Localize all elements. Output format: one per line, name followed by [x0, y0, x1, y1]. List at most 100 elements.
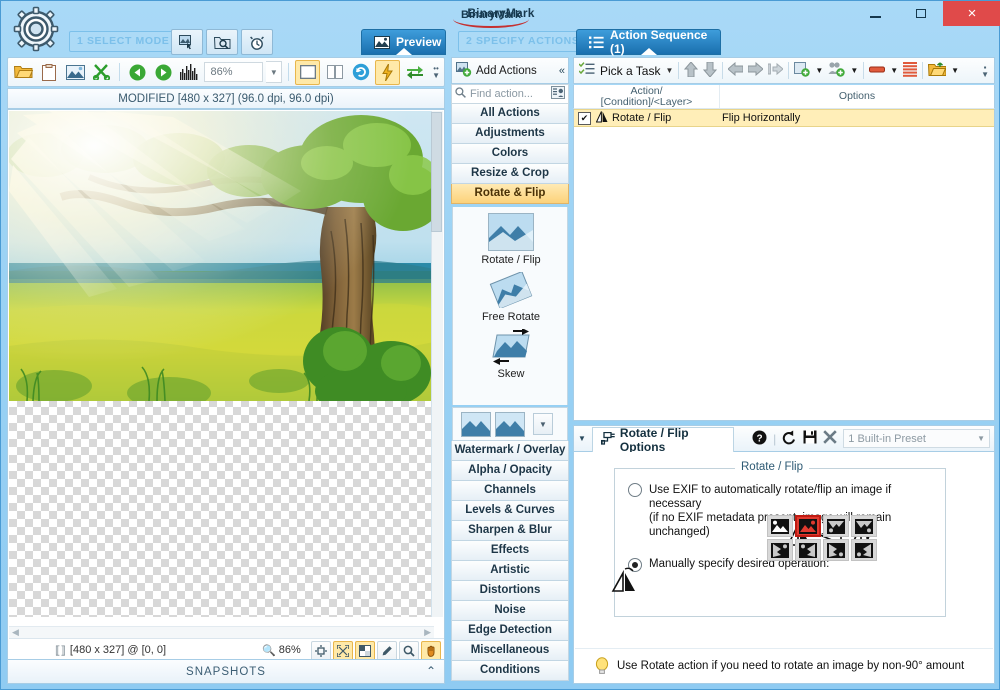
- category-resize-crop[interactable]: Resize & Crop: [451, 164, 569, 184]
- paste-clipboard-icon[interactable]: [38, 61, 61, 84]
- preview-canvas[interactable]: ◀ ▶ ⟦⟧ [480 x 327] @ [0, 0] 🔍 86%: [7, 109, 445, 663]
- maximize-button[interactable]: [898, 1, 943, 26]
- action-item-skew[interactable]: Skew: [453, 329, 569, 380]
- category-channels[interactable]: Channels: [451, 481, 569, 501]
- find-action-input[interactable]: Find action...: [451, 84, 569, 104]
- options-collapse-chevron-down-icon[interactable]: ▼: [578, 434, 586, 443]
- operation-rotate-90-ccw[interactable]: [795, 539, 821, 561]
- category-effects[interactable]: Effects: [451, 541, 569, 561]
- category-alpha-opacity[interactable]: Alpha / Opacity: [451, 461, 569, 481]
- load-sequence-folder-icon[interactable]: [928, 61, 947, 80]
- category-adjustments[interactable]: Adjustments: [451, 124, 569, 144]
- scissors-icon[interactable]: [90, 61, 113, 84]
- load-sequence-chevron-down-icon[interactable]: ▼: [951, 66, 959, 75]
- add-action-chevron-down-icon[interactable]: ▼: [815, 66, 823, 75]
- move-up-icon[interactable]: [684, 60, 699, 80]
- category-colors[interactable]: Colors: [451, 144, 569, 164]
- refresh-icon[interactable]: [349, 61, 372, 84]
- color-picker-icon[interactable]: [377, 641, 397, 661]
- minimize-button[interactable]: [853, 1, 898, 26]
- fit-selection-icon[interactable]: [311, 641, 331, 661]
- fit-to-window-icon[interactable]: [333, 641, 353, 661]
- overflow-thumbnail-1[interactable]: [461, 411, 491, 437]
- redo-icon[interactable]: [152, 61, 175, 84]
- add-actions-label[interactable]: Add Actions: [476, 65, 537, 77]
- category-levels-curves[interactable]: Levels & Curves: [451, 501, 569, 521]
- category-watermark-overlay[interactable]: Watermark / Overlay: [451, 441, 569, 461]
- split-view-button[interactable]: [323, 61, 346, 84]
- category-rotate-flip[interactable]: Rotate & Flip: [451, 184, 569, 204]
- zoom-dropdown-chevron-down-icon[interactable]: ▼: [266, 61, 283, 83]
- snapshots-bar[interactable]: SNAPSHOTS ⌃: [7, 659, 445, 684]
- options-tab[interactable]: Rotate / Flip Options: [591, 426, 735, 454]
- step-specify-actions-label[interactable]: 2 SPECIFY ACTIONS: [458, 31, 595, 52]
- scroll-left-icon[interactable]: ◀: [12, 627, 19, 638]
- overflow-thumbnail-2[interactable]: [495, 411, 525, 437]
- move-left-icon[interactable]: [727, 61, 744, 79]
- category-distortions[interactable]: Distortions: [451, 581, 569, 601]
- close-button[interactable]: ×: [943, 1, 1000, 26]
- category-conditions[interactable]: Conditions: [451, 661, 569, 681]
- category-edge-detection[interactable]: Edge Detection: [451, 621, 569, 641]
- move-down-icon[interactable]: [703, 61, 718, 80]
- pan-hand-icon[interactable]: [421, 641, 441, 661]
- category-miscellaneous[interactable]: Miscellaneous: [451, 641, 569, 661]
- mode-batch-button[interactable]: [171, 29, 203, 55]
- sequence-grid-body[interactable]: ✔ Rotate / Flip Flip Horizontally: [573, 108, 995, 421]
- histogram-icon[interactable]: [178, 61, 201, 84]
- operation-flip-horizontally[interactable]: [795, 515, 821, 537]
- scroll-right-icon[interactable]: ▶: [424, 627, 431, 638]
- image-thumbnail-icon[interactable]: [64, 61, 87, 84]
- zoom-level-input[interactable]: 86%: [203, 62, 264, 82]
- preview-vertical-scrollbar[interactable]: [431, 111, 443, 617]
- preview-vertical-scroll-thumb[interactable]: [431, 112, 442, 232]
- add-condition-icon[interactable]: [828, 61, 846, 80]
- mode-scheduler-clock-button[interactable]: [241, 29, 273, 55]
- action-items-more-chevron-down-icon[interactable]: ▼: [533, 413, 553, 435]
- table-row[interactable]: ✔ Rotate / Flip Flip Horizontally: [574, 109, 994, 127]
- operation-transpose[interactable]: [823, 539, 849, 561]
- zoom-tool-icon[interactable]: [399, 641, 419, 661]
- snapshots-expand-chevron-up-icon[interactable]: ⌃: [426, 664, 436, 678]
- collapse-panel-button[interactable]: «: [559, 65, 565, 77]
- auto-apply-lightning-icon[interactable]: [375, 59, 401, 85]
- category-sharpen-blur[interactable]: Sharpen & Blur: [451, 521, 569, 541]
- add-action-icon[interactable]: [794, 61, 811, 80]
- options-delete-icon[interactable]: [823, 430, 838, 447]
- toolbar-overflow-icon[interactable]: •• ▼: [432, 65, 440, 80]
- tab-action-sequence[interactable]: Action Sequence (1): [576, 28, 721, 56]
- operation-rotate-90-cw[interactable]: [767, 539, 793, 561]
- options-save-icon[interactable]: [803, 430, 817, 447]
- operation-none[interactable]: [767, 515, 793, 537]
- preset-select[interactable]: 1 Built-in Preset ▼: [843, 429, 990, 448]
- move-right-icon[interactable]: [747, 61, 765, 79]
- pick-task-chevron-down-icon[interactable]: ▼: [665, 66, 673, 75]
- skew-glyph-icon[interactable]: [609, 567, 637, 596]
- options-reset-icon[interactable]: [782, 430, 797, 448]
- category-artistic[interactable]: Artistic: [451, 561, 569, 581]
- swap-arrows-icon[interactable]: [403, 61, 426, 84]
- options-help-icon[interactable]: ?: [752, 430, 767, 448]
- row-enabled-checkbox[interactable]: ✔: [578, 111, 591, 125]
- single-view-button[interactable]: [295, 59, 321, 85]
- preset-chevron-down-icon[interactable]: ▼: [977, 434, 985, 443]
- action-list-view-icon[interactable]: [551, 86, 565, 102]
- mode-folder-search-button[interactable]: [206, 29, 238, 55]
- radio-use-exif[interactable]: [628, 483, 642, 497]
- category-all-actions[interactable]: All Actions: [451, 104, 569, 124]
- pick-a-task-button[interactable]: Pick a Task: [600, 64, 660, 78]
- undo-icon[interactable]: [126, 61, 149, 84]
- open-folder-icon[interactable]: [12, 61, 35, 84]
- indent-right-icon[interactable]: [767, 62, 785, 79]
- actual-size-icon[interactable]: [355, 641, 375, 661]
- step-select-mode-label[interactable]: 1 SELECT MODE: [69, 31, 185, 52]
- category-noise[interactable]: Noise: [451, 601, 569, 621]
- operation-flip-vertically[interactable]: [823, 515, 849, 537]
- remove-action-icon[interactable]: [869, 63, 886, 79]
- operation-transverse[interactable]: [851, 539, 877, 561]
- remove-action-chevron-down-icon[interactable]: ▼: [890, 66, 898, 75]
- preview-horizontal-scrollbar[interactable]: ◀ ▶: [9, 626, 434, 638]
- sequence-toolbar-overflow-icon[interactable]: ▪ ▼: [981, 63, 989, 78]
- action-item-free-rotate[interactable]: Free Rotate: [453, 272, 569, 323]
- operation-rotate-180[interactable]: [851, 515, 877, 537]
